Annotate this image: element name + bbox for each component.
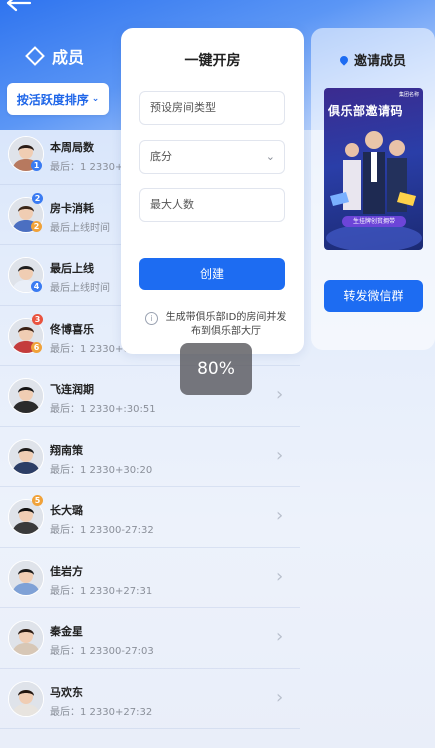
- create-button[interactable]: 创建: [139, 258, 285, 290]
- chevron-right-icon[interactable]: ›: [276, 687, 283, 708]
- create-room-title: 一键开房: [184, 53, 241, 69]
- avatar: [8, 559, 44, 596]
- progress-toast: 80%: [180, 343, 252, 395]
- rank-badge: 1: [31, 160, 42, 171]
- create-room-card: 一键开房 预设房间类型 底分 ⌄ 最大人数 创建 i 生成带俱乐部ID的房间并发…: [121, 28, 304, 354]
- arrow-left-icon[interactable]: [4, 0, 38, 18]
- chevron-right-icon[interactable]: ›: [276, 445, 283, 466]
- invite-title-row: 邀请成员: [311, 50, 435, 69]
- member-last-online: 最后：1 23300-27:32: [50, 525, 154, 536]
- chevron-down-icon: ⌄: [91, 94, 100, 104]
- member-name: 长大璐: [50, 504, 83, 517]
- members-header: 成员: [25, 44, 85, 68]
- member-row[interactable]: 秦金星最后：1 23300-27:03 ›: [0, 608, 300, 669]
- status-badge: 5: [32, 495, 43, 506]
- member-name: 飞连润期: [50, 383, 94, 396]
- members-title: 成员: [52, 48, 85, 67]
- member-last-online: 最后：1 2330+:30:51: [50, 404, 156, 415]
- sort-label: 按活跃度排序: [16, 92, 89, 107]
- location-pin-icon: [338, 54, 350, 66]
- member-name: 秦金星: [50, 625, 83, 638]
- share-wechat-button[interactable]: 转发微信群: [324, 280, 423, 312]
- chevron-right-icon[interactable]: ›: [276, 505, 283, 526]
- member-last-online: 最后上线时间: [50, 222, 110, 234]
- avatar: [8, 620, 44, 656]
- member-name: 佳岩方: [50, 564, 83, 578]
- info-icon: i: [145, 312, 158, 325]
- member-last-online: 最后：1 2330+27:32: [50, 706, 153, 718]
- chevron-right-icon[interactable]: ›: [276, 384, 283, 405]
- avatar: [8, 680, 44, 717]
- member-name: 马欢东: [50, 685, 83, 699]
- member-last-online: 最后：1 2330+0: [50, 343, 130, 355]
- invite-title: 邀请成员: [353, 54, 406, 69]
- base-score-label: 底分: [150, 150, 172, 163]
- sort-dropdown[interactable]: 按活跃度排序 ⌄: [7, 83, 109, 115]
- chevron-down-icon: ⌄: [265, 150, 275, 163]
- invite-card: 邀请成员 集团名称 俱乐部邀请码 生挂牌创贫拥带 转发微信群: [311, 28, 435, 350]
- member-last-online: 最后：1 23300-27:03: [50, 646, 154, 657]
- max-players-field[interactable]: 最大人数: [139, 188, 285, 222]
- member-row[interactable]: 马欢东最后：1 2330+27:32 ›: [0, 669, 300, 729]
- member-row[interactable]: 翔南策最后：1 2330+30:20 ›: [0, 427, 300, 487]
- member-row[interactable]: 5 长大璐最后：1 23300-27:32 ›: [0, 487, 300, 548]
- base-score-select[interactable]: 底分 ⌄: [139, 140, 285, 174]
- rank-badge: 2: [31, 220, 42, 232]
- rank-badge: 6: [31, 341, 42, 353]
- member-last-online: 最后：1 2330+27:31: [50, 585, 153, 597]
- rank-badge: 4: [31, 281, 42, 292]
- member-name: 最后上线: [50, 262, 94, 275]
- member-name: 翔南策: [50, 443, 83, 457]
- member-row[interactable]: 佳岩方最后：1 2330+27:31 ›: [0, 548, 300, 608]
- diamond-icon: [25, 46, 45, 66]
- member-row[interactable]: 飞连润期最后：1 2330+:30:51 ›: [0, 366, 300, 427]
- room-type-field[interactable]: 预设房间类型: [139, 91, 285, 125]
- status-badge: 3: [32, 313, 43, 325]
- invite-poster[interactable]: 集团名称 俱乐部邀请码 生挂牌创贫拥带: [324, 88, 423, 250]
- poster-tag: 生挂牌创贫拥带: [342, 216, 406, 227]
- chevron-right-icon[interactable]: ›: [276, 566, 283, 587]
- member-name: 佟博喜乐: [50, 322, 94, 336]
- member-last-online: 最后上线时间: [50, 283, 110, 294]
- member-last-online: 最后：1 2330+0: [50, 162, 130, 173]
- avatar: [8, 378, 44, 414]
- member-name: 本周局数: [50, 141, 94, 154]
- avatar: [8, 438, 44, 475]
- member-name: 房卡消耗: [50, 201, 94, 215]
- chevron-right-icon[interactable]: ›: [276, 626, 283, 647]
- create-note: 生成带俱乐部ID的房间并发布到俱乐部大厅: [165, 312, 287, 337]
- member-last-online: 最后：1 2330+30:20: [50, 464, 153, 476]
- status-badge: 2: [32, 192, 43, 204]
